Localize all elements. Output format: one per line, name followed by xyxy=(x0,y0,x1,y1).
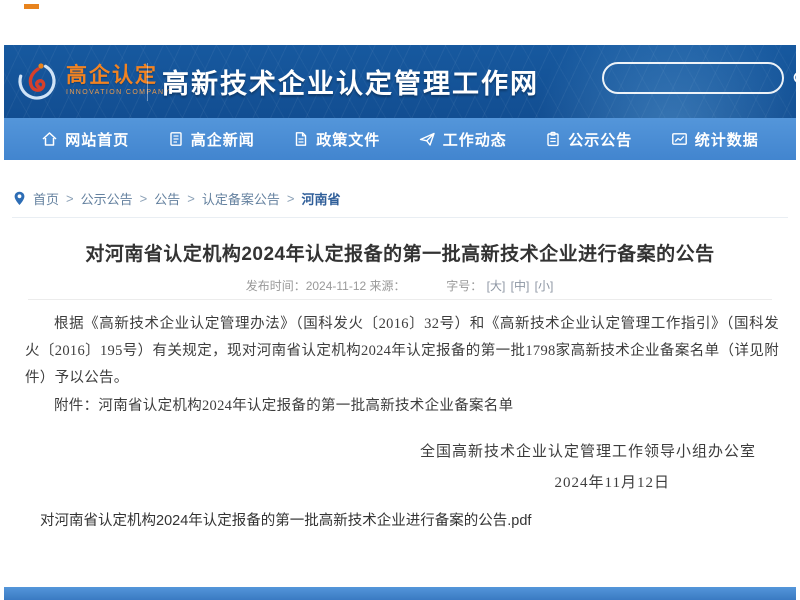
policy-doc-icon xyxy=(293,131,309,147)
article-paragraph: 根据《高新技术企业认定管理办法》（国科发火〔2016〕32号）和《高新技术企业认… xyxy=(25,311,779,392)
publish-date: 2024-11-12 xyxy=(306,279,367,293)
font-size-small-button[interactable]: [小] xyxy=(535,279,554,293)
nav-item-statistics[interactable]: 统计数据 xyxy=(671,129,759,150)
nav-item-label: 工作动态 xyxy=(443,129,507,150)
nav-item-label: 政策文件 xyxy=(316,129,380,150)
corner-mark xyxy=(24,4,39,9)
logo-swirl-icon xyxy=(14,56,60,104)
nav-item-updates[interactable]: 工作动态 xyxy=(419,129,507,150)
nav-item-label: 公示公告 xyxy=(568,129,632,150)
breadcrumb-separator: > xyxy=(287,191,295,206)
breadcrumb-current-henan[interactable]: 河南省 xyxy=(301,189,340,208)
logo-texts: 高企认定 INNOVATION COMPANY xyxy=(66,64,171,97)
header-divider xyxy=(147,63,148,101)
issuing-office: 全国高新技术企业认定管理工作领导小组办公室 xyxy=(420,440,756,461)
attachment-pdf-link[interactable]: 对河南省认定机构2024年认定报备的第一批高新技术企业进行备案的公告.pdf xyxy=(40,509,531,530)
font-size-medium-button[interactable]: [中] xyxy=(511,279,530,293)
search-box xyxy=(602,62,784,94)
main-nav: 网站首页 高企新闻 政策文件 工作动态 xyxy=(4,118,796,160)
nav-item-news[interactable]: 高企新闻 xyxy=(168,129,255,150)
search-icon[interactable] xyxy=(792,64,796,92)
clipboard-icon xyxy=(545,131,561,147)
site-title: 高新技术企业认定管理工作网 xyxy=(162,62,539,101)
article-title: 对河南省认定机构2024年认定报备的第一批高新技术企业进行备案的公告 xyxy=(40,239,760,266)
nav-item-label: 高企新闻 xyxy=(191,129,255,150)
nav-item-policy[interactable]: 政策文件 xyxy=(293,129,380,150)
breadcrumb-link-announcements[interactable]: 公示公告 xyxy=(81,189,133,208)
home-icon xyxy=(41,131,58,147)
breadcrumb-link-notice[interactable]: 公告 xyxy=(154,189,180,208)
attachment-line: 附件：河南省认定机构2024年认定报备的第一批高新技术企业备案名单 xyxy=(54,394,513,415)
site-header: 高企认定 INNOVATION COMPANY 高新技术企业认定管理工作网 xyxy=(4,45,796,118)
breadcrumb-separator: > xyxy=(187,191,195,206)
breadcrumb-link-record-notice[interactable]: 认定备案公告 xyxy=(202,189,280,208)
article-meta: 发布时间：2024-11-12 来源： 字号： [大] [中] [小] xyxy=(0,277,800,294)
breadcrumb: 首页 > 公示公告 > 公告 > 认定备案公告 > 河南省 xyxy=(13,189,340,208)
font-size-large-button[interactable]: [大] xyxy=(487,279,506,293)
publish-time-label: 发布时间： xyxy=(246,279,306,293)
issue-date: 2024年11月12日 xyxy=(555,471,670,492)
nav-item-announcements[interactable]: 公示公告 xyxy=(545,129,632,150)
news-icon xyxy=(168,131,184,147)
title-divider xyxy=(28,299,772,300)
location-pin-icon xyxy=(13,191,26,206)
footer-bar xyxy=(4,587,796,600)
breadcrumb-separator: > xyxy=(66,191,74,206)
chart-icon xyxy=(671,131,688,147)
source-label: 来源： xyxy=(370,279,406,293)
page: 高企认定 INNOVATION COMPANY 高新技术企业认定管理工作网 网站… xyxy=(0,0,800,600)
logo-en-text: INNOVATION COMPANY xyxy=(66,88,171,97)
breadcrumb-link-home[interactable]: 首页 xyxy=(33,189,59,208)
nav-item-home[interactable]: 网站首页 xyxy=(41,129,129,150)
nav-item-label: 网站首页 xyxy=(65,129,129,150)
breadcrumb-separator: > xyxy=(140,191,148,206)
logo-cn-text: 高企认定 xyxy=(66,64,171,88)
nav-item-label: 统计数据 xyxy=(695,129,759,150)
search-input[interactable] xyxy=(616,66,792,90)
paper-plane-icon xyxy=(419,131,436,147)
fontsize-label: 字号： xyxy=(446,279,482,293)
breadcrumb-divider xyxy=(12,217,788,218)
